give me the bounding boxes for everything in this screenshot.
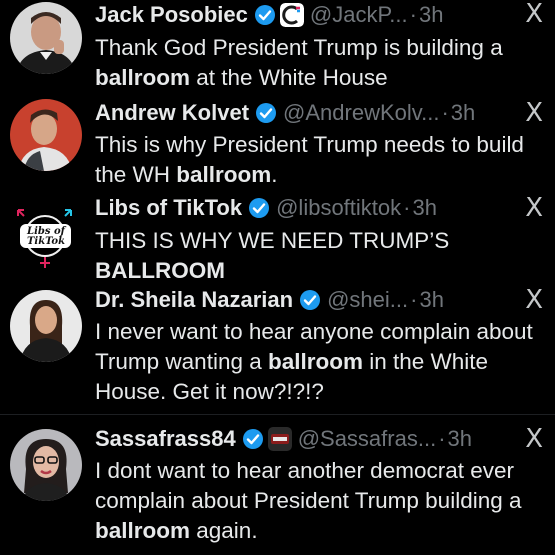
timestamp[interactable]: 3h [419, 2, 443, 28]
separator-dot: · [409, 2, 417, 27]
timestamp[interactable]: 3h [448, 426, 472, 452]
separator-dot: · [441, 100, 449, 125]
verified-badge-icon [249, 198, 270, 218]
close-icon[interactable]: X [525, 99, 543, 127]
close-icon[interactable]: X [525, 194, 543, 222]
avatar-sheila-nazarian[interactable] [10, 290, 82, 362]
author-name[interactable]: Libs of TikTok [95, 195, 242, 221]
tweet-sheila-nazarian[interactable]: Dr. Sheila Nazarian @shei... · 3h X I ne… [0, 286, 555, 410]
affiliate-badge-icon[interactable] [279, 3, 304, 27]
libs-of-tiktok-logo[interactable]: Libs of TikTok [10, 202, 82, 274]
timestamp[interactable]: 3h [419, 287, 443, 313]
tweet-text: This is why President Trump needs to bui… [95, 132, 524, 187]
author-handle[interactable]: @Sassafras... [298, 426, 437, 452]
author-handle[interactable]: @JackP... [310, 2, 408, 28]
tweet-divider [0, 414, 555, 415]
tweet-andrew-kolvet[interactable]: Andrew Kolvet @AndrewKolv... · 3h X This… [0, 97, 555, 197]
separator-dot: · [410, 287, 418, 312]
verified-badge-icon [254, 5, 275, 25]
author-name[interactable]: Dr. Sheila Nazarian [95, 287, 293, 313]
author-handle[interactable]: @shei... [327, 287, 408, 313]
logo-text-line-2: TikTok [26, 236, 66, 247]
author-handle[interactable]: @AndrewKolv... [283, 100, 439, 126]
timestamp[interactable]: 3h [412, 195, 436, 221]
author-name[interactable]: Sassafrass84 [95, 426, 236, 452]
verified-badge-icon [256, 103, 277, 123]
tweet-text: I never want to hear anyone complain abo… [95, 319, 533, 404]
avatar-sassafrass84[interactable] [10, 429, 82, 501]
author-name[interactable]: Jack Posobiec [95, 2, 248, 28]
verified-badge-icon [242, 429, 263, 449]
timestamp[interactable]: 3h [451, 100, 475, 126]
separator-dot: · [438, 426, 446, 451]
avatar-jack-posobiec[interactable] [10, 2, 82, 74]
verified-badge-icon [300, 290, 321, 310]
author-handle[interactable]: @libsoftiktok [276, 195, 401, 221]
close-icon[interactable]: X [525, 425, 543, 453]
tweet-jack-posobiec[interactable]: Jack Posobiec @JackP... · 3h X Thank God… [0, 0, 555, 100]
tweet-text: Thank God President Trump is building a … [95, 35, 503, 90]
close-icon[interactable]: X [525, 0, 543, 28]
close-icon[interactable]: X [525, 286, 543, 314]
tweet-libs-of-tiktok[interactable]: Libs of TikTok Libs of TikTok @libsoftik… [0, 194, 555, 286]
tweet-text: I dont want to hear another democrat eve… [95, 458, 522, 543]
affiliate-badge-icon[interactable] [267, 427, 292, 451]
tweet-text: THIS IS WHY WE NEED TRUMP’S BALLROOM [95, 228, 450, 283]
tweet-sassafrass84[interactable]: Sassafrass84 @Sassafras... · 3h X I dont… [0, 425, 555, 555]
author-name[interactable]: Andrew Kolvet [95, 100, 249, 126]
separator-dot: · [403, 195, 411, 220]
avatar-andrew-kolvet[interactable] [10, 99, 82, 171]
